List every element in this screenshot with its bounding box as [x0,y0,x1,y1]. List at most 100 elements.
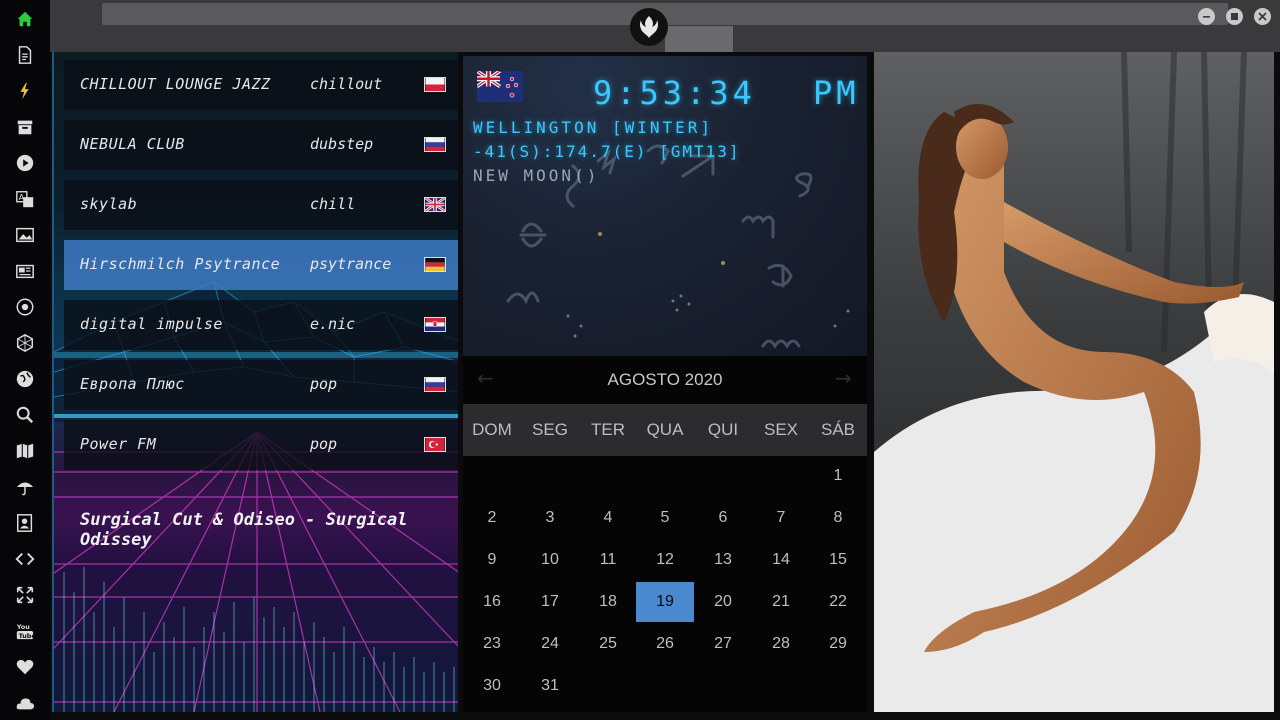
map-icon[interactable] [14,440,36,462]
calendar-day[interactable]: 4 [579,498,637,538]
moon-phase: NEW MOON() [473,166,600,185]
calendar-day[interactable]: 18 [579,582,637,622]
croatia-flag-icon [424,317,446,332]
calendar-day[interactable]: 12 [636,540,694,580]
calendar-day[interactable]: 16 [463,582,521,622]
hexagon-icon[interactable] [14,332,36,354]
station-name: Европа Плюс [80,375,185,393]
station-genre: pop [310,375,338,393]
calendar-day[interactable]: 11 [579,540,637,580]
russia-flag-icon [424,377,446,392]
rebel-alliance-logo-icon[interactable] [630,8,668,46]
calendar-day[interactable]: 23 [463,624,521,664]
calendar-day[interactable]: 30 [463,666,521,706]
station-item[interactable]: skylab chill [64,180,458,230]
calendar-day[interactable]: 7 [752,498,810,538]
translate-icon[interactable]: A [14,188,36,210]
weekday-label: TER [591,420,625,439]
calendar-day-today[interactable]: 19 [636,582,694,622]
station-item[interactable]: Hirschmilch Psytrance psytrance [64,240,458,290]
logo-tab[interactable] [665,26,733,52]
play-icon[interactable] [14,152,36,174]
cloud-icon[interactable] [14,692,36,714]
station-name: CHILLOUT LOUNGE JAZZ [80,75,271,93]
calendar-day[interactable]: 28 [752,624,810,664]
weekday-header-row: DOM SEG TER QUA QUI SEX SÁB [463,404,867,456]
calendar-day[interactable]: 25 [579,624,637,664]
calendar-day[interactable]: 3 [521,498,579,538]
calendar-day[interactable]: 10 [521,540,579,580]
home-icon[interactable] [14,8,36,30]
station-item[interactable]: NEBULA CLUB dubstep [64,120,458,170]
station-item[interactable]: Европа Плюс pop [64,360,458,410]
archive-icon[interactable] [14,116,36,138]
station-genre: chill [310,195,356,213]
umbrella-icon[interactable] [14,476,36,498]
station-genre: pop [310,435,338,453]
maximize-icon[interactable] [1226,8,1243,25]
calendar-day[interactable]: 21 [752,582,810,622]
calendar-day[interactable]: 31 [521,666,579,706]
station-genre: psytrance [310,255,392,273]
calendar-day[interactable]: 1 [809,456,867,496]
world-clock-panel: 9:53:34 PM WELLINGTON [WINTER] -41(S):17… [463,56,867,356]
close-icon[interactable] [1254,8,1271,25]
calendar-day[interactable]: 9 [463,540,521,580]
aperture-icon[interactable] [14,296,36,318]
station-item[interactable]: digital impulse e.nic [64,300,458,350]
fullscreen-icon[interactable] [14,584,36,606]
icon-sidebar: A You Tube [0,0,50,720]
weekday-label: QUA [646,420,684,439]
minimize-icon[interactable] [1198,8,1215,25]
calendar-day[interactable]: 22 [809,582,867,622]
document-icon[interactable] [14,44,36,66]
calendar-day[interactable]: 27 [694,624,752,664]
calendar-day[interactable]: 13 [694,540,752,580]
clock-city: WELLINGTON [WINTER] [473,118,714,137]
calendar-day[interactable]: 26 [636,624,694,664]
poland-flag-icon [424,77,446,92]
calendar-day[interactable]: 29 [809,624,867,664]
station-name: skylab [80,195,138,213]
calendar-day[interactable]: 14 [752,540,810,580]
calendar-day[interactable]: 2 [463,498,521,538]
calendar-day[interactable]: 8 [809,498,867,538]
turkey-flag-icon [424,437,446,452]
station-item[interactable]: Power FM pop [64,420,458,470]
code-icon[interactable] [14,548,36,570]
radio-station-list: CHILLOUT LOUNGE JAZZ chillout NEBULA CLUB d… [52,52,458,712]
calendar-day[interactable]: 24 [521,624,579,664]
heart-icon[interactable] [14,656,36,678]
news-icon[interactable] [14,260,36,282]
calendar-header: ← AGOSTO 2020 → [463,356,867,402]
russia-flag-icon [424,137,446,152]
top-bar [50,0,1280,52]
youtube-icon[interactable]: You Tube [14,620,36,642]
calendar-day[interactable]: 20 [694,582,752,622]
contact-icon[interactable] [14,512,36,534]
wallpaper-photo [874,52,1274,712]
germany-flag-icon [424,257,446,272]
now-playing-title: Surgical Cut & Odiseo - Surgical Odissey [80,510,408,550]
calendar-widget: ← AGOSTO 2020 → DOM SEG TER QUA QUI SEX SÁB 12… [463,356,867,712]
calendar-month-title: AGOSTO 2020 [607,370,723,389]
calendar-day[interactable]: 6 [694,498,752,538]
clock-ampm: PM [813,74,860,112]
clock-coordinates: -41(S):174.7(E) [GMT13] [473,142,741,161]
bolt-icon[interactable] [14,80,36,102]
station-name: digital impulse [80,315,223,333]
weekday-label: DOM [472,420,512,439]
station-item[interactable]: CHILLOUT LOUNGE JAZZ chillout [64,60,458,110]
globe-icon[interactable] [14,368,36,390]
search-icon[interactable] [14,404,36,426]
calendar-day[interactable]: 5 [636,498,694,538]
calendar-day[interactable]: 15 [809,540,867,580]
weekday-label: SÁB [820,420,856,439]
svg-text:You: You [16,624,30,631]
station-genre: dubstep [310,135,374,153]
calendar-day[interactable]: 17 [521,582,579,622]
weekday-label: QUI [707,420,739,439]
station-genre: chillout [310,75,383,93]
image-icon[interactable] [14,224,36,246]
calendar-next-button[interactable]: → [835,366,852,390]
